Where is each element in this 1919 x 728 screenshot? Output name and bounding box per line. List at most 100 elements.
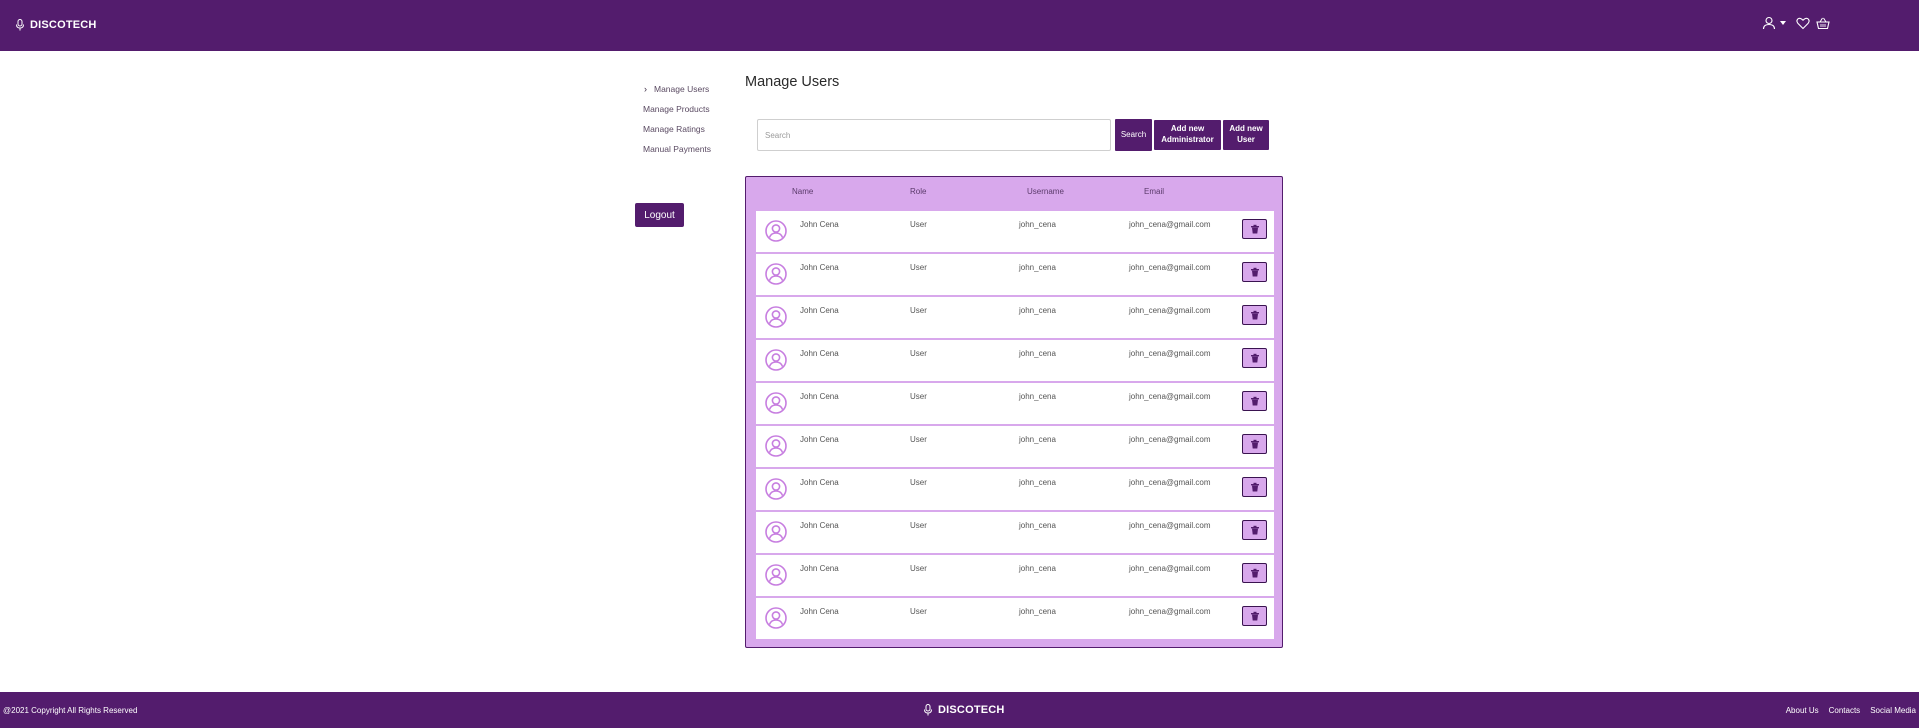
cell-email: john_cena@gmail.com bbox=[1129, 435, 1211, 444]
table-row: John Cena User john_cena john_cena@gmail.co… bbox=[756, 340, 1274, 381]
trash-icon bbox=[1250, 353, 1259, 363]
cell-name: John Cena bbox=[800, 392, 839, 401]
cell-name: John Cena bbox=[800, 521, 839, 530]
top-navbar: DISCOTECH bbox=[0, 0, 1919, 51]
delete-user-button[interactable] bbox=[1242, 262, 1267, 282]
cell-username: john_cena bbox=[1019, 349, 1056, 358]
table-row: John Cena User john_cena john_cena@gmail.co… bbox=[756, 555, 1274, 596]
footer-link-social-media[interactable]: Social Media bbox=[1870, 706, 1916, 715]
user-avatar-icon bbox=[765, 521, 787, 543]
sidebar-item-manage-users[interactable]: › Manage Users bbox=[643, 79, 733, 99]
sidebar-item-label: Manage Ratings bbox=[643, 124, 705, 134]
column-header-username: Username bbox=[1027, 187, 1064, 196]
sidebar-item-label: Manual Payments bbox=[643, 144, 712, 154]
cell-username: john_cena bbox=[1019, 607, 1056, 616]
cell-username: john_cena bbox=[1019, 263, 1056, 272]
trash-icon bbox=[1250, 396, 1259, 406]
delete-user-button[interactable] bbox=[1242, 434, 1267, 454]
delete-user-button[interactable] bbox=[1242, 391, 1267, 411]
users-table: Name Role Username Email John Cena User jo… bbox=[745, 176, 1283, 648]
user-avatar-icon bbox=[765, 349, 787, 371]
cell-name: John Cena bbox=[800, 263, 839, 272]
delete-user-button[interactable] bbox=[1242, 477, 1267, 497]
table-row: John Cena User john_cena john_cena@gmail.co… bbox=[756, 512, 1274, 553]
header-actions bbox=[1762, 16, 1830, 30]
microphone-icon bbox=[924, 704, 932, 716]
cart-button[interactable] bbox=[1816, 16, 1830, 30]
table-row: John Cena User john_cena john_cena@gmail.co… bbox=[756, 598, 1274, 639]
sidebar-item-manage-products[interactable]: Manage Products bbox=[643, 99, 733, 119]
cell-role: User bbox=[910, 306, 927, 315]
footer-link-about-us[interactable]: About Us bbox=[1786, 706, 1819, 715]
cell-username: john_cena bbox=[1019, 478, 1056, 487]
user-avatar-icon bbox=[765, 263, 787, 285]
cell-email: john_cena@gmail.com bbox=[1129, 220, 1211, 229]
brand-logo[interactable]: DISCOTECH bbox=[15, 19, 97, 31]
cell-role: User bbox=[910, 349, 927, 358]
user-icon bbox=[1762, 16, 1776, 30]
chevron-down-icon[interactable] bbox=[1780, 21, 1786, 25]
cell-email: john_cena@gmail.com bbox=[1129, 306, 1211, 315]
footer-brand-name: DISCOTECH bbox=[938, 704, 1005, 716]
cell-username: john_cena bbox=[1019, 564, 1056, 573]
search-button[interactable]: Search bbox=[1115, 119, 1152, 151]
cell-role: User bbox=[910, 435, 927, 444]
microphone-icon bbox=[16, 19, 24, 31]
delete-user-button[interactable] bbox=[1242, 563, 1267, 583]
search-input[interactable] bbox=[757, 119, 1111, 151]
logout-button[interactable]: Logout bbox=[635, 203, 684, 227]
cell-email: john_cena@gmail.com bbox=[1129, 478, 1211, 487]
cell-role: User bbox=[910, 220, 927, 229]
trash-icon bbox=[1250, 267, 1259, 277]
trash-icon bbox=[1250, 310, 1259, 320]
cell-email: john_cena@gmail.com bbox=[1129, 607, 1211, 616]
table-header: Name Role Username Email bbox=[746, 177, 1282, 207]
admin-sidebar: › Manage Users Manage Products Manage Ra… bbox=[643, 79, 733, 159]
user-menu[interactable] bbox=[1762, 16, 1776, 30]
brand-name: DISCOTECH bbox=[30, 19, 97, 31]
copyright-text: @2021 Copyright All Rights Reserved bbox=[3, 706, 138, 715]
cell-email: john_cena@gmail.com bbox=[1129, 564, 1211, 573]
trash-icon bbox=[1250, 224, 1259, 234]
delete-user-button[interactable] bbox=[1242, 348, 1267, 368]
cell-role: User bbox=[910, 607, 927, 616]
cell-username: john_cena bbox=[1019, 392, 1056, 401]
cell-name: John Cena bbox=[800, 349, 839, 358]
cell-email: john_cena@gmail.com bbox=[1129, 392, 1211, 401]
add-user-button[interactable]: Add new User bbox=[1223, 120, 1269, 150]
cell-role: User bbox=[910, 478, 927, 487]
trash-icon bbox=[1250, 482, 1259, 492]
cell-name: John Cena bbox=[800, 306, 839, 315]
column-header-name: Name bbox=[792, 187, 814, 196]
user-avatar-icon bbox=[765, 392, 787, 414]
user-avatar-icon bbox=[765, 607, 787, 629]
footer-links: About Us Contacts Social Media bbox=[1786, 706, 1916, 715]
table-row: John Cena User john_cena john_cena@gmail.co… bbox=[756, 383, 1274, 424]
wishlist-button[interactable] bbox=[1796, 16, 1810, 30]
trash-icon bbox=[1250, 439, 1259, 449]
cell-email: john_cena@gmail.com bbox=[1129, 349, 1211, 358]
cell-name: John Cena bbox=[800, 478, 839, 487]
cell-name: John Cena bbox=[800, 564, 839, 573]
table-row: John Cena User john_cena john_cena@gmail.co… bbox=[756, 211, 1274, 252]
delete-user-button[interactable] bbox=[1242, 305, 1267, 325]
table-row: John Cena User john_cena john_cena@gmail.co… bbox=[756, 426, 1274, 467]
sidebar-item-label: Manage Users bbox=[654, 84, 710, 94]
sidebar-item-manual-payments[interactable]: Manual Payments bbox=[643, 139, 733, 159]
footer-brand-logo[interactable]: DISCOTECH bbox=[923, 704, 1005, 716]
delete-user-button[interactable] bbox=[1242, 520, 1267, 540]
chevron-right-icon: › bbox=[644, 84, 647, 94]
footer: @2021 Copyright All Rights Reserved DISC… bbox=[0, 692, 1919, 728]
trash-icon bbox=[1250, 611, 1259, 621]
table-row: John Cena User john_cena john_cena@gmail.co… bbox=[756, 254, 1274, 295]
delete-user-button[interactable] bbox=[1242, 219, 1267, 239]
footer-link-contacts[interactable]: Contacts bbox=[1829, 706, 1861, 715]
sidebar-item-manage-ratings[interactable]: Manage Ratings bbox=[643, 119, 733, 139]
cell-username: john_cena bbox=[1019, 521, 1056, 530]
cell-name: John Cena bbox=[800, 607, 839, 616]
cell-username: john_cena bbox=[1019, 220, 1056, 229]
delete-user-button[interactable] bbox=[1242, 606, 1267, 626]
sidebar-item-label: Manage Products bbox=[643, 104, 710, 114]
cell-username: john_cena bbox=[1019, 306, 1056, 315]
add-administrator-button[interactable]: Add new Administrator bbox=[1154, 120, 1221, 150]
